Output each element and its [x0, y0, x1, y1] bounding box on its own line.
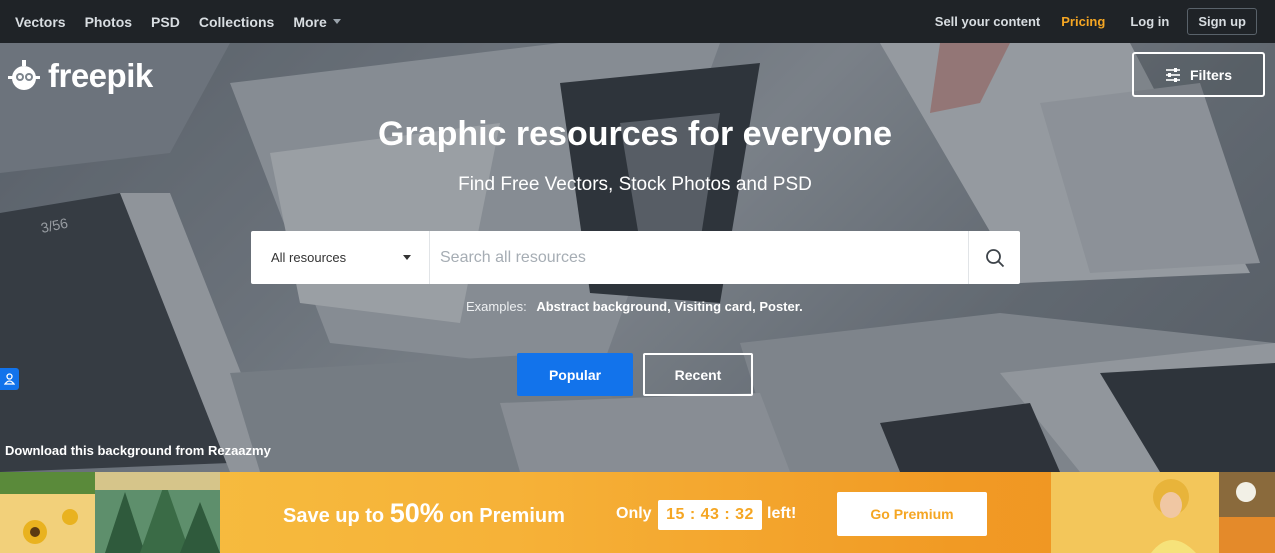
filters-button[interactable]: Filters — [1132, 52, 1265, 97]
search-bar: All resources — [251, 231, 1020, 284]
logo-text: freepik — [48, 57, 153, 94]
search-category-select[interactable]: All resources — [251, 231, 430, 284]
promo-countdown-timer: 15 : 43 : 32 — [658, 500, 762, 530]
search-examples: Examples: Abstract background, Visiting … — [466, 299, 803, 314]
top-navbar: Vectors Photos PSD Collections More Sell… — [0, 0, 1275, 43]
hero-title: Graphic resources for everyone — [377, 115, 892, 153]
nav-left-links: Vectors Photos PSD Collections More — [0, 0, 360, 43]
nav-more-dropdown[interactable]: More — [293, 13, 341, 30]
promo-text-before: Save up to — [283, 505, 385, 527]
nav-link-psd[interactable]: PSD — [151, 14, 180, 30]
hero-subtitle: Find Free Vectors, Stock Photos and PSD — [458, 174, 812, 195]
search-button[interactable] — [968, 231, 1020, 284]
example-link-poster[interactable]: Poster. — [759, 299, 802, 314]
freepik-logo[interactable]: freepik — [6, 57, 153, 95]
nav-link-photos[interactable]: Photos — [85, 14, 132, 30]
premium-promo-banner: Save up to 50% on Premium Only 15 : 43 :… — [0, 472, 1275, 553]
freepik-home: Vectors Photos PSD Collections More Sell… — [0, 0, 1275, 553]
example-link-abstract[interactable]: Abstract background, — [536, 299, 670, 314]
user-badge-button[interactable] — [0, 368, 19, 390]
filters-label: Filters — [1189, 66, 1232, 83]
sell-content-link[interactable]: Sell your content — [935, 14, 1040, 29]
hero-section: 3/56 freepik Filters Graphic resources f… — [0, 43, 1275, 472]
nav-right-links: Sell your content Pricing Log in Sign up — [935, 0, 1257, 43]
background-credit-link[interactable]: Download this background from Rezaazmy — [5, 443, 271, 458]
examples-label: Examples: — [466, 299, 527, 314]
promo-percent: 50% — [389, 498, 444, 528]
nav-link-collections[interactable]: Collections — [199, 14, 274, 30]
search-icon — [985, 248, 1004, 267]
go-premium-button[interactable]: Go Premium — [837, 492, 987, 536]
filters-sliders-icon — [1165, 67, 1180, 82]
signup-button[interactable]: Sign up — [1187, 8, 1257, 35]
caret-down-icon — [403, 255, 411, 260]
login-link[interactable]: Log in — [1130, 14, 1169, 29]
pricing-link[interactable]: Pricing — [1061, 14, 1105, 29]
example-link-visiting-card[interactable]: Visiting card, — [674, 299, 755, 314]
nav-more-label: More — [293, 13, 327, 30]
user-badge-icon — [4, 373, 15, 385]
recent-button[interactable]: Recent — [643, 353, 753, 396]
freepik-logo-icon — [8, 60, 40, 90]
caret-down-icon — [332, 19, 341, 24]
promo-right-image — [1051, 472, 1275, 553]
popular-button[interactable]: Popular — [517, 353, 633, 396]
promo-text-after: on Premium — [449, 505, 565, 527]
search-input[interactable] — [430, 231, 968, 284]
promo-headline: Save up to 50% on Premium — [283, 498, 565, 529]
promo-only-label: Only — [616, 505, 652, 522]
promo-left-image — [0, 472, 220, 553]
promo-left-label: left! — [767, 505, 797, 522]
nav-link-vectors[interactable]: Vectors — [15, 14, 66, 30]
search-category-label: All resources — [271, 250, 347, 265]
